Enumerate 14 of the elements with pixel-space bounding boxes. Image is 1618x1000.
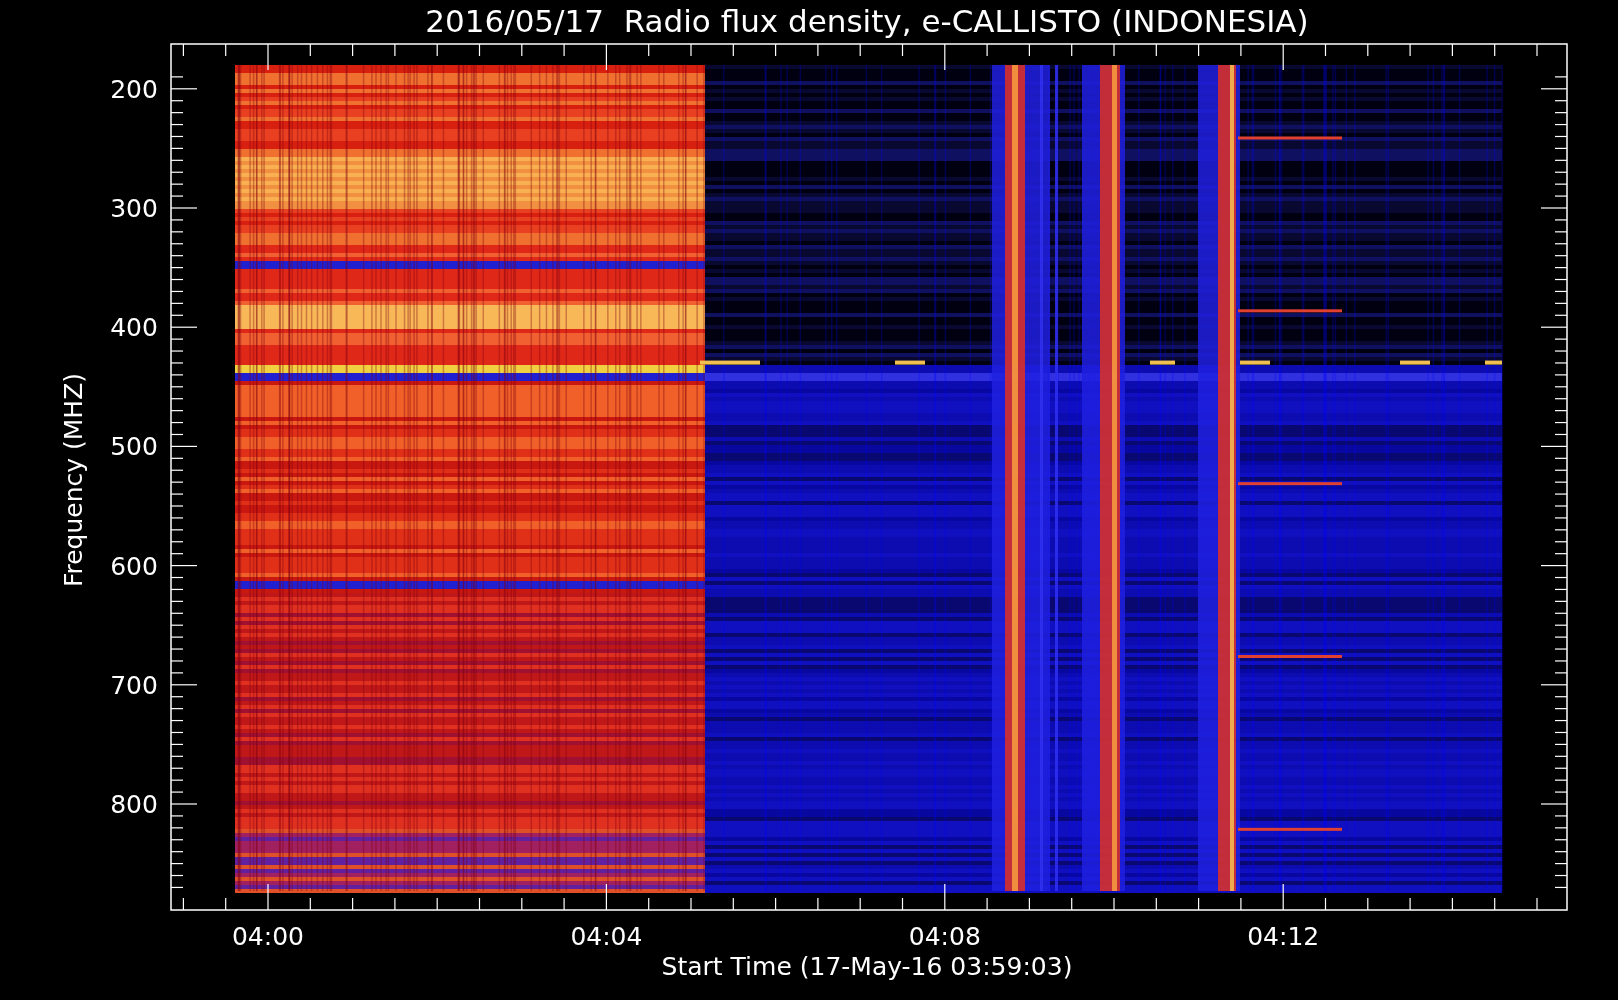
x-tick-label: 04:12 [1247,922,1320,951]
y-tick-label: 400 [110,313,158,343]
x-tick-label: 04:04 [570,922,643,951]
y-axis-label: Frequency (MHZ) [59,372,88,588]
y-tick-label: 800 [110,790,158,819]
chart-title: 2016/05/17 Radio flux density, e-CALLISTO (INDONESIA) [425,3,1309,39]
y-tick-label: 200 [110,74,158,104]
y-tick-label: 700 [110,670,158,700]
y-tick-label: 600 [110,551,158,581]
y-tick-label: 500 [110,432,158,462]
y-tick-label: 300 [110,194,158,223]
x-tick-label: 04:08 [908,922,981,951]
x-tick-label: 04:00 [232,922,304,951]
x-axis-label: Start Time (17-May-16 03:59:03) [661,952,1073,981]
